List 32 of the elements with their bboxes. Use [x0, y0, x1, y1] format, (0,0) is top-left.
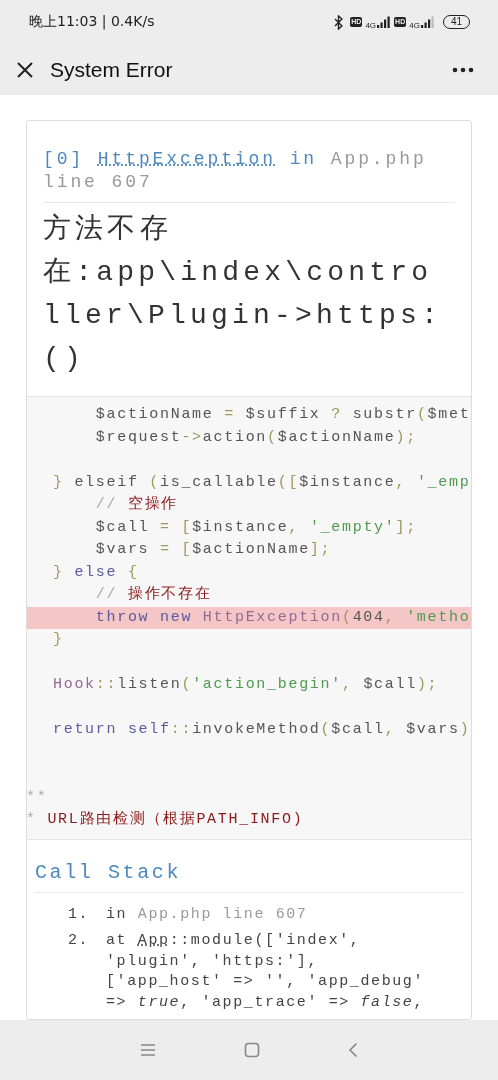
stack-location-text: in App.php line 607 [106, 904, 309, 925]
list-number: 2. [68, 931, 91, 951]
error-message: 方法不存在:app\index\controller\Plugin->https:() [43, 212, 444, 376]
code-line: // 操作不存在 [94, 585, 213, 605]
code-line: $call = [$instance, '_empty']; [94, 517, 418, 538]
network-type-text: 4G [409, 20, 420, 30]
code-line: ** [27, 787, 49, 808]
list-number: 1. [68, 904, 91, 925]
close-icon[interactable] [16, 60, 34, 79]
code-line: return self::invokeMethod($call, $vars) [52, 720, 471, 740]
code-line: // 空操作 [94, 494, 180, 515]
code-line: } else { [52, 562, 140, 583]
signal-icon [420, 16, 435, 28]
network-type-text: 4G [365, 20, 377, 30]
menu-icon[interactable] [140, 1043, 156, 1057]
code-line: * URL路由检测（根据PATH_INFO) [27, 809, 305, 830]
status-time-text: 晚上11:03 | 0.4K/s [29, 13, 155, 31]
code-line: Hook::listen('action_begin', $call); [52, 675, 440, 695]
code-line: $vars = [$actionName]; [94, 540, 333, 560]
code-line: } elseif (is_callable([$instance, '_emp [52, 472, 471, 493]
home-icon[interactable] [244, 1042, 260, 1058]
more-icon[interactable] [452, 66, 474, 73]
bluetooth-icon [334, 14, 344, 30]
back-icon[interactable] [348, 1042, 358, 1058]
page-title: System Error [50, 57, 174, 82]
code-line: } [52, 630, 65, 650]
exception-heading: [0] HttpException in App.php line 607 [43, 148, 428, 194]
stack-call-text: at App::module(['index', 'plugin', 'https:'], ['app_host' => '', 'app_debug' => true, 'app_trace' => false, [106, 931, 426, 1013]
signal-icon [377, 16, 392, 28]
code-line: $actionName = $suffix ? substr($met [94, 405, 471, 425]
call-stack-heading: Call Stack [35, 859, 183, 886]
code-line: $request->action($actionName); [94, 427, 418, 448]
